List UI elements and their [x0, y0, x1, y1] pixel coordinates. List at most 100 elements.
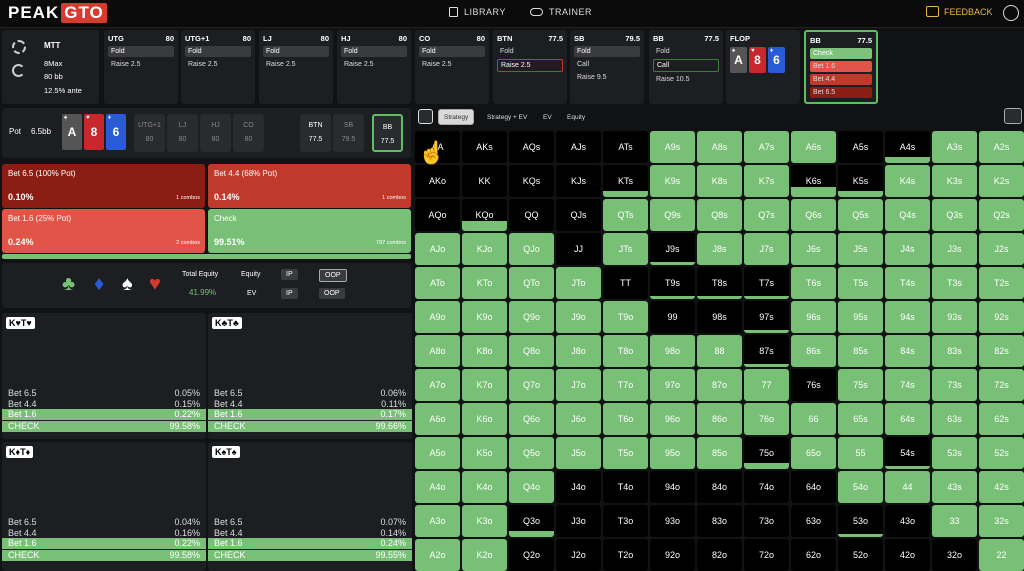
- matrix-cell[interactable]: K8s: [697, 165, 742, 197]
- position-panel-hj[interactable]: HJ 80 Fold Raise 2.5: [337, 30, 411, 104]
- nav-trainer[interactable]: TRAINER: [530, 7, 592, 17]
- matrix-cell[interactable]: 75o: [744, 437, 789, 469]
- matrix-cell[interactable]: 62o: [791, 539, 836, 571]
- matrix-cell[interactable]: 42s: [979, 471, 1024, 503]
- tab-ev[interactable]: EV: [538, 109, 557, 125]
- position-action[interactable]: Fold: [653, 46, 719, 57]
- matrix-cell[interactable]: Q8o: [509, 335, 554, 367]
- position-panel-sb[interactable]: SB 79.5 Fold Call Raise 9.5: [570, 30, 644, 104]
- matrix-cell[interactable]: J5s: [838, 233, 883, 265]
- matrix-cell[interactable]: ATo: [415, 267, 460, 299]
- matrix-cell[interactable]: J3s: [932, 233, 977, 265]
- matrix-cell[interactable]: J3o: [556, 505, 601, 537]
- matrix-cell[interactable]: K9s: [650, 165, 695, 197]
- matrix-cell[interactable]: KQo: [462, 199, 507, 231]
- matrix-cell[interactable]: T9o: [603, 301, 648, 333]
- matrix-cell[interactable]: Q7s: [744, 199, 789, 231]
- matrix-cell[interactable]: KJs: [556, 165, 601, 197]
- matrix-cell[interactable]: A3s: [932, 131, 977, 163]
- matrix-cell[interactable]: 86o: [697, 403, 742, 435]
- matrix-cell[interactable]: J5o: [556, 437, 601, 469]
- matrix-cell[interactable]: 86s: [791, 335, 836, 367]
- position-panel-co[interactable]: CO 80 Fold Raise 2.5: [415, 30, 489, 104]
- matrix-cell[interactable]: Q5o: [509, 437, 554, 469]
- matrix-cell[interactable]: Q2o: [509, 539, 554, 571]
- hand-detail-panel[interactable]: K♥T♥ Bet 6.5 0.05% Bet 4.4 0.15% Bet 1.6 0.22%…: [2, 313, 206, 439]
- matrix-cell[interactable]: 99: [650, 301, 695, 333]
- matrix-cell[interactable]: 43s: [932, 471, 977, 503]
- matrix-cell[interactable]: 98s: [697, 301, 742, 333]
- matrix-cell[interactable]: 62s: [979, 403, 1024, 435]
- matrix-cell[interactable]: 32o: [932, 539, 977, 571]
- matrix-cell[interactable]: A5s: [838, 131, 883, 163]
- position-action[interactable]: Raise 2.5: [341, 59, 407, 70]
- matrix-cell[interactable]: K3o: [462, 505, 507, 537]
- matrix-cell[interactable]: K5s: [838, 165, 883, 197]
- matrix-cell[interactable]: J2s: [979, 233, 1024, 265]
- matrix-cell[interactable]: T4o: [603, 471, 648, 503]
- feedback-button[interactable]: FEEDBACK: [926, 6, 993, 17]
- matrix-cell[interactable]: KJo: [462, 233, 507, 265]
- matrix-cell[interactable]: 63o: [791, 505, 836, 537]
- matrix-cell[interactable]: K7o: [462, 369, 507, 401]
- position-action[interactable]: Fold: [185, 46, 251, 57]
- hand-detail-panel[interactable]: K♠T♠ Bet 6.5 0.07% Bet 4.4 0.14% Bet 1.6 0.24%…: [208, 442, 412, 571]
- matrix-cell[interactable]: 85s: [838, 335, 883, 367]
- matrix-cell[interactable]: 53s: [932, 437, 977, 469]
- tab-strategy-ev[interactable]: Strategy + EV: [482, 109, 532, 125]
- matrix-cell[interactable]: 93o: [650, 505, 695, 537]
- position-panel-btn[interactable]: BTN 77.5 Fold Raise 2.5: [493, 30, 567, 104]
- matrix-cell[interactable]: Q4s: [885, 199, 930, 231]
- matrix-cell[interactable]: 84o: [697, 471, 742, 503]
- hand-detail-panel[interactable]: K♦T♦ Bet 6.5 0.04% Bet 4.4 0.16% Bet 1.6 0.22%…: [2, 442, 206, 571]
- position-action[interactable]: Fold: [574, 46, 640, 57]
- equity-oop-toggle[interactable]: OOP: [319, 269, 347, 282]
- position-action[interactable]: Raise 2.5: [497, 59, 563, 72]
- matrix-cell[interactable]: 22: [979, 539, 1024, 571]
- action-summary-box[interactable]: Check 99.51% 797 combos: [208, 209, 411, 253]
- matrix-cell[interactable]: K4o: [462, 471, 507, 503]
- matrix-cell[interactable]: K8o: [462, 335, 507, 367]
- matrix-cell[interactable]: K9o: [462, 301, 507, 333]
- matrix-cell[interactable]: 66: [791, 403, 836, 435]
- bb-action-bet-1-6[interactable]: Bet 1.6: [810, 61, 872, 72]
- matrix-cell[interactable]: 64o: [791, 471, 836, 503]
- matrix-cell[interactable]: 33: [932, 505, 977, 537]
- matrix-cell[interactable]: 76o: [744, 403, 789, 435]
- matrix-cell[interactable]: A3o: [415, 505, 460, 537]
- matrix-cell[interactable]: Q6s: [791, 199, 836, 231]
- matrix-cell[interactable]: Q4o: [509, 471, 554, 503]
- matrix-cell[interactable]: J8s: [697, 233, 742, 265]
- matrix-cell[interactable]: A5o: [415, 437, 460, 469]
- logo[interactable]: PEAK GTO: [8, 2, 107, 24]
- matrix-cell[interactable]: 55: [838, 437, 883, 469]
- matrix-cell[interactable]: JTs: [603, 233, 648, 265]
- matrix-cell[interactable]: 32s: [979, 505, 1024, 537]
- position-action[interactable]: Raise 10.5: [653, 74, 719, 85]
- matrix-cell[interactable]: QTo: [509, 267, 554, 299]
- matrix-cell[interactable]: J8o: [556, 335, 601, 367]
- matrix-cell[interactable]: Q2s: [979, 199, 1024, 231]
- position-action[interactable]: Call: [653, 59, 719, 72]
- position-action[interactable]: Call: [574, 59, 640, 70]
- matrix-cell[interactable]: 97o: [650, 369, 695, 401]
- position-action[interactable]: Raise 2.5: [185, 59, 251, 70]
- matrix-cell[interactable]: Q9o: [509, 301, 554, 333]
- matrix-cell[interactable]: AQo: [415, 199, 460, 231]
- matrix-cell[interactable]: 54o: [838, 471, 883, 503]
- matrix-cell[interactable]: K6s: [791, 165, 836, 197]
- matrix-cell[interactable]: KK: [462, 165, 507, 197]
- matrix-cell[interactable]: 72o: [744, 539, 789, 571]
- matrix-cell[interactable]: JJ: [556, 233, 601, 265]
- matrix-cell[interactable]: 52s: [979, 437, 1024, 469]
- matrix-cell[interactable]: 97s: [744, 301, 789, 333]
- matrix-cell[interactable]: A9o: [415, 301, 460, 333]
- seat-btn[interactable]: BTN 77.5: [300, 114, 331, 152]
- matrix-cell[interactable]: 74o: [744, 471, 789, 503]
- tab-equity[interactable]: Equity: [562, 109, 590, 125]
- matrix-cell[interactable]: J9o: [556, 301, 601, 333]
- action-summary-box[interactable]: Bet 4.4 (68% Pot) 0.14% 1 combos: [208, 164, 411, 208]
- bb-action-bet-6-5[interactable]: Bet 6.5: [810, 87, 872, 98]
- matrix-cell[interactable]: Q7o: [509, 369, 554, 401]
- nav-library[interactable]: LIBRARY: [449, 7, 506, 17]
